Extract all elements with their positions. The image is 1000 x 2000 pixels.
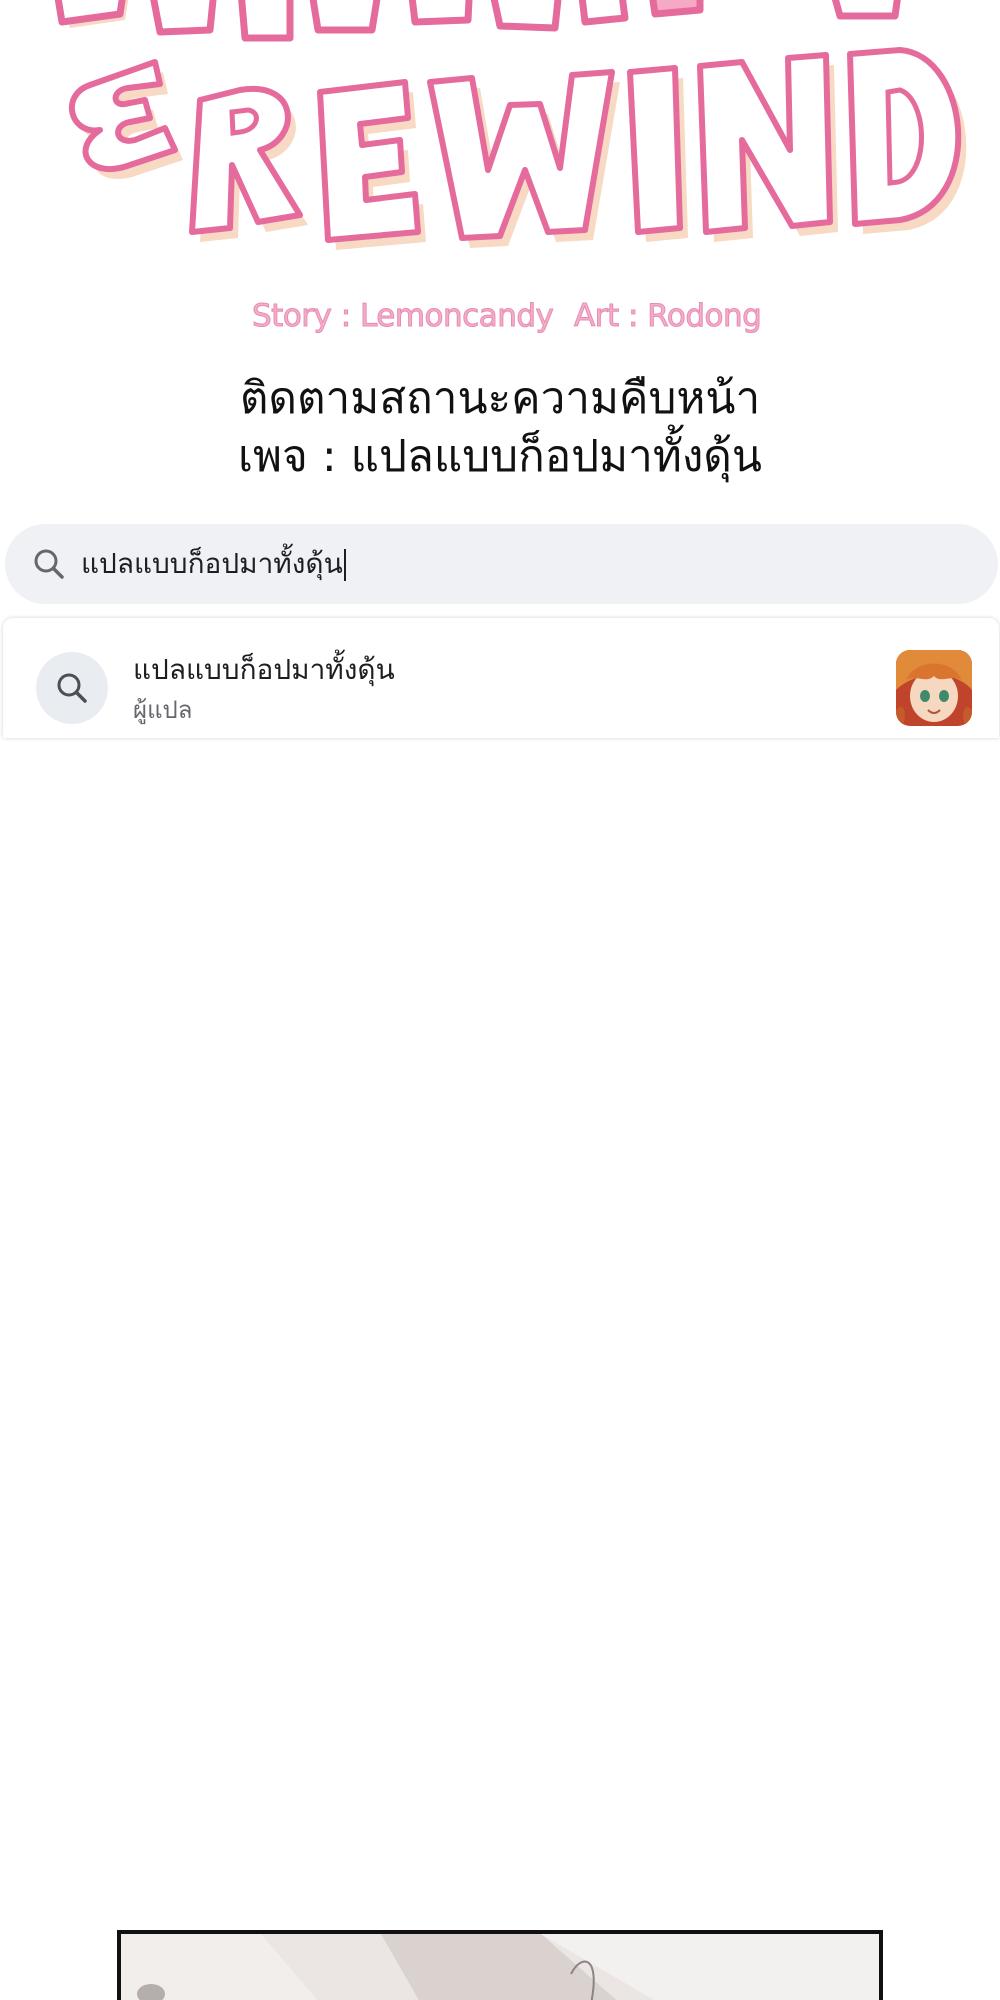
search-bar[interactable]: แปลแบบก็อปมาทั้งดุ้น <box>5 524 998 604</box>
search-input[interactable]: แปลแบบก็อปมาทั้งดุ้น <box>81 544 346 584</box>
story-credit: Story : Lemoncandy <box>251 298 554 335</box>
text-caret <box>343 549 346 581</box>
title-logo <box>0 0 1000 280</box>
search-input-value: แปลแบบก็อปมาทั้งดุ้น <box>81 547 343 580</box>
search-icon <box>57 673 87 703</box>
result-title: แปลแบบก็อปมาทั้งดุ้น <box>133 653 395 686</box>
follow-notice: ติดตามสถานะความคืบหน้า เพจ : แปลแบบก็อปม… <box>0 370 1000 486</box>
result-subtitle: ผู้แปล <box>133 696 193 724</box>
search-result-item[interactable]: แปลแบบก็อปมาทั้งดุ้น ผู้แปล <box>3 618 999 738</box>
result-search-icon <box>36 652 108 724</box>
notice-line-1: ติดตามสถานะความคืบหน้า <box>239 373 761 424</box>
notice-line-2: เพจ : แปลแบบก็อปมาทั้งดุ้น <box>238 431 762 482</box>
avatar-icon <box>896 650 972 726</box>
credits: Story : Lemoncandy Art : Rodong <box>0 298 1000 348</box>
search-results-dropdown: แปลแบบก็อปมาทั้งดุ้น ผู้แปล <box>3 618 999 738</box>
title-logo-art <box>54 0 967 250</box>
next-comic-panel <box>117 1930 883 2000</box>
art-credit: Art : Rodong <box>573 298 762 335</box>
search-icon <box>31 546 67 582</box>
